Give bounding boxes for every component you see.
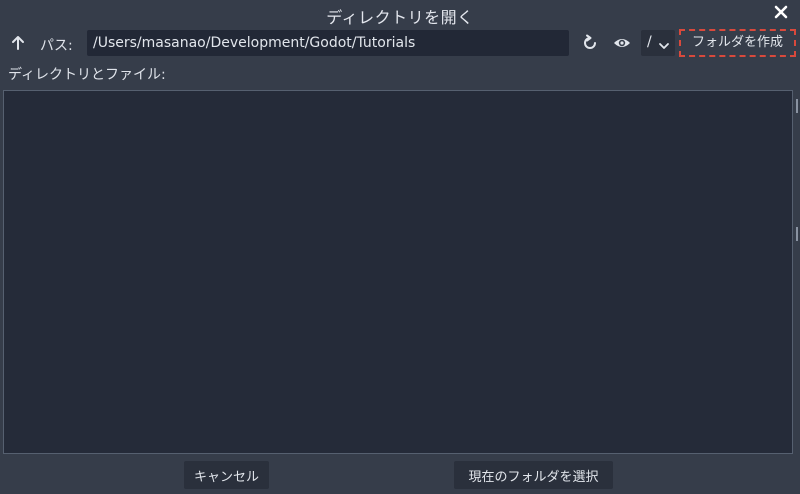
scrollbar-tick [796, 99, 798, 113]
close-icon[interactable] [772, 3, 790, 21]
path-label: パス: [40, 38, 73, 54]
path-input[interactable] [87, 30, 569, 56]
open-directory-dialog: ディレクトリを開く パス: /Users/masanao/Development… [0, 0, 800, 494]
chevron-down-icon [658, 37, 670, 49]
refresh-icon[interactable] [580, 33, 600, 53]
scrollbar-tick [796, 227, 798, 241]
create-folder-button[interactable]: フォルダを作成 [679, 29, 796, 57]
cancel-button[interactable]: キャンセル [184, 461, 269, 489]
drive-value: / [647, 34, 652, 50]
scrollbar[interactable] [795, 95, 800, 455]
titlebar: ディレクトリを開く [0, 0, 800, 28]
arrow-up-icon[interactable] [8, 33, 28, 53]
eye-icon[interactable] [612, 33, 632, 53]
path-toolbar: パス: / フォルダを作成 [0, 29, 800, 57]
dialog-title: ディレクトリを開く [326, 8, 474, 27]
file-list[interactable] [3, 90, 793, 454]
drive-select[interactable]: / [641, 30, 675, 56]
directories-and-files-label: ディレクトリとファイル: [8, 67, 166, 83]
select-current-folder-button[interactable]: 現在のフォルダを選択 [454, 461, 613, 489]
